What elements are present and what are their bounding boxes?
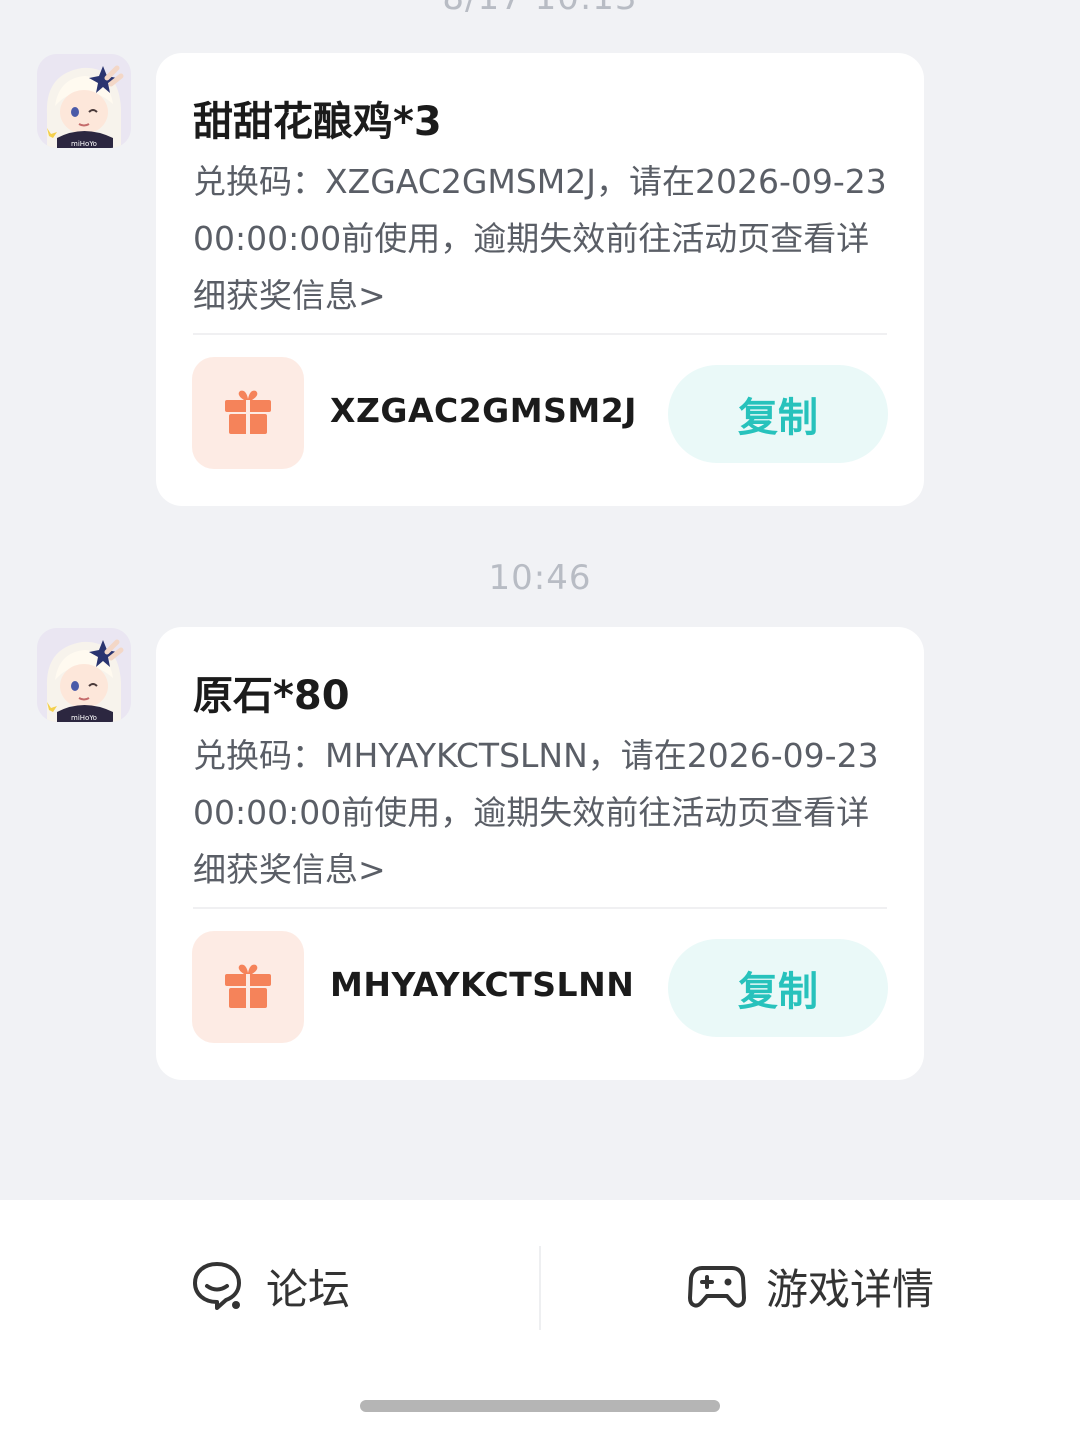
bottom-nav: 论坛 游戏详情: [0, 1200, 1080, 1440]
reward-description[interactable]: 兑换码：XZGAC2GMSM2J，请在2026-09-23 00:00:00前使…: [193, 153, 893, 324]
svg-text:miHoYo: miHoYo: [71, 714, 97, 722]
gift-icon: [222, 959, 274, 1015]
gamepad-icon: [688, 1258, 746, 1314]
game-details-label: 游戏详情: [766, 1264, 935, 1314]
gift-icon-box: [192, 931, 304, 1043]
message-list: 8/17 10:13 miHoYo 甜甜花酿鸡*3 兑换码：XZGAC2GMSM…: [0, 0, 1080, 1200]
avatar[interactable]: miHoYo: [37, 54, 131, 148]
home-indicator[interactable]: [360, 1400, 720, 1412]
forum-button[interactable]: 论坛: [190, 1256, 350, 1316]
gift-icon: [222, 385, 274, 441]
reward-title: 甜甜花酿鸡*3: [193, 99, 442, 145]
divider: [193, 333, 887, 335]
chat-bubble-icon: [190, 1258, 246, 1314]
forum-label: 论坛: [266, 1264, 351, 1314]
reward-description[interactable]: 兑换码：MHYAYKCTSLNN，请在2026-09-23 00:00:00前使…: [193, 727, 893, 898]
game-details-button[interactable]: 游戏详情: [688, 1256, 934, 1316]
copy-button[interactable]: 复制: [668, 939, 888, 1037]
avatar[interactable]: miHoYo: [37, 628, 131, 722]
message-timestamp: 8/17 10:13: [0, 0, 1080, 18]
svg-text:miHoYo: miHoYo: [71, 140, 97, 148]
redeem-code: XZGAC2GMSM2J: [330, 391, 637, 430]
divider: [193, 907, 887, 909]
redeem-code: MHYAYKCTSLNN: [330, 965, 635, 1004]
reward-card: 甜甜花酿鸡*3 兑换码：XZGAC2GMSM2J，请在2026-09-23 00…: [156, 53, 924, 506]
gift-icon-box: [192, 357, 304, 469]
copy-button[interactable]: 复制: [668, 365, 888, 463]
nav-divider: [539, 1246, 541, 1330]
reward-card: 原石*80 兑换码：MHYAYKCTSLNN，请在2026-09-23 00:0…: [156, 627, 924, 1080]
reward-title: 原石*80: [193, 673, 350, 719]
message-timestamp: 10:46: [488, 558, 592, 598]
